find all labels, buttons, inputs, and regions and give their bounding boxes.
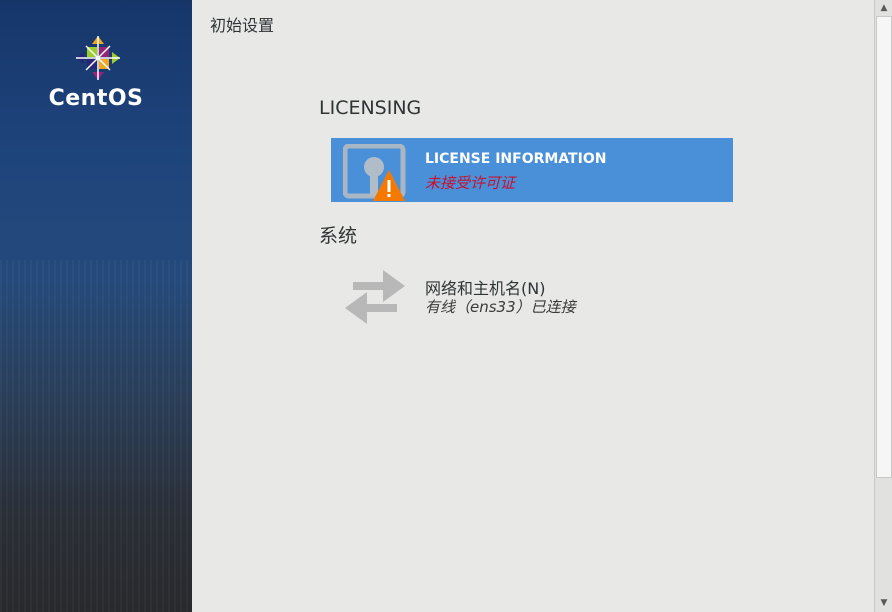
spoke-status: 未接受许可证	[425, 174, 516, 192]
page-title: 初始设置	[210, 16, 275, 35]
main-panel: 初始设置 LICENSING LICENSE INFORMATION 未接受许可…	[192, 0, 874, 612]
section-title-system: 系统	[319, 225, 358, 247]
license-warning-icon	[343, 144, 406, 201]
scroll-up-icon[interactable]: ▲	[879, 3, 889, 13]
centos-logo-icon	[76, 36, 120, 80]
spoke-status: 有线（ens33）已连接	[425, 298, 576, 316]
spoke-license-information[interactable]: LICENSE INFORMATION 未接受许可证	[331, 138, 733, 202]
spoke-title: LICENSE INFORMATION	[425, 151, 607, 167]
vertical-scrollbar[interactable]: ▲ ▼	[874, 0, 892, 612]
spoke-network-hostname[interactable]: 网络和主机名(N) 有线（ens33）已连接	[331, 262, 733, 326]
brand-name: CentOS	[48, 86, 144, 111]
network-arrows-icon	[345, 270, 405, 324]
sidebar-pattern	[0, 260, 192, 612]
sidebar: CentOS	[0, 0, 192, 612]
scroll-down-icon[interactable]: ▼	[879, 598, 889, 608]
scroll-thumb[interactable]	[876, 16, 892, 478]
section-title-licensing: LICENSING	[319, 97, 422, 119]
